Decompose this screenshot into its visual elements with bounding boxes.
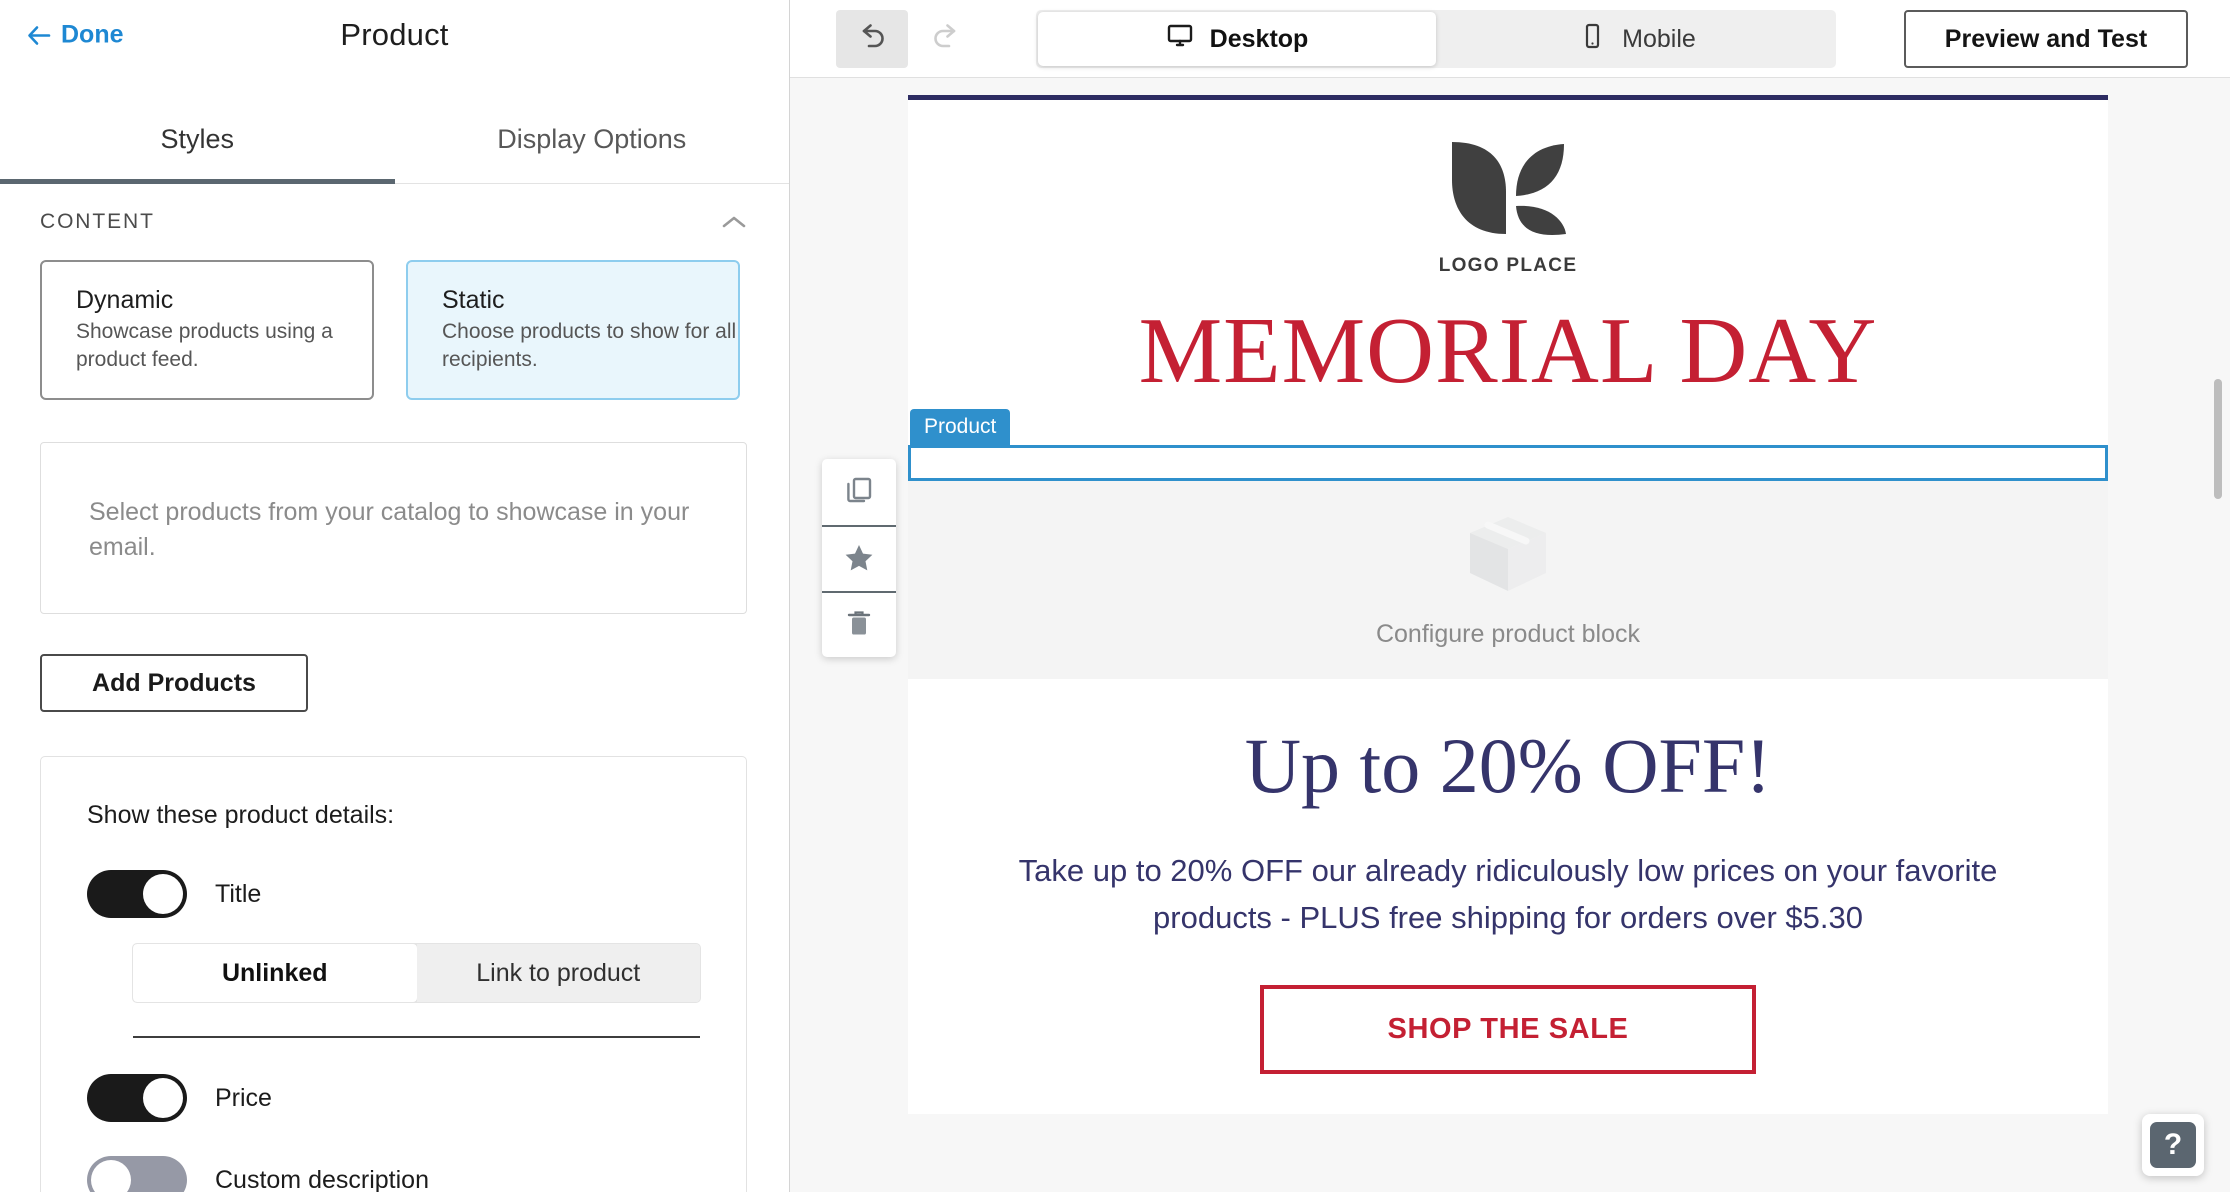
mode-card-dynamic-description: Showcase products using a product feed. bbox=[76, 320, 333, 371]
duplicate-block-button[interactable] bbox=[822, 459, 896, 525]
detail-row-title: Title bbox=[41, 870, 746, 918]
details-divider bbox=[133, 1036, 700, 1038]
tab-styles-label: Styles bbox=[160, 124, 235, 154]
redo-button[interactable] bbox=[910, 10, 982, 68]
device-option-mobile-label: Mobile bbox=[1622, 24, 1696, 53]
offer-headline[interactable]: Up to 20% OFF! bbox=[908, 679, 2108, 817]
trash-icon bbox=[843, 607, 875, 644]
email-canvas: LOGO PLACE MEMORIAL DAY Product Configur… bbox=[790, 79, 2230, 1192]
favorite-block-button[interactable] bbox=[822, 525, 896, 591]
done-button[interactable]: Done bbox=[26, 21, 124, 50]
toggle-custom-description[interactable] bbox=[87, 1156, 187, 1192]
segment-unlinked-label: Unlinked bbox=[221, 958, 328, 987]
preview-and-test-button[interactable]: Preview and Test bbox=[1904, 10, 2188, 68]
detail-row-custom-description: Custom description bbox=[41, 1156, 746, 1192]
email-headline[interactable]: MEMORIAL DAY bbox=[908, 287, 2108, 423]
segment-link-to-product[interactable]: Link to product bbox=[416, 944, 700, 1002]
leaf-logo-icon bbox=[908, 134, 2108, 249]
canvas-scrollbar-track[interactable] bbox=[2214, 79, 2226, 1192]
sidebar-tabs: Styles Display Options bbox=[0, 70, 789, 184]
device-option-desktop[interactable]: Desktop bbox=[1038, 12, 1436, 66]
logo-place-text: LOGO PLACE bbox=[1438, 255, 1578, 276]
toggle-title[interactable] bbox=[87, 870, 187, 918]
mode-card-dynamic[interactable]: Dynamic Showcase products using a produc… bbox=[40, 260, 374, 400]
toggle-title-label: Title bbox=[215, 879, 262, 908]
question-mark-icon: ? bbox=[2150, 1122, 2196, 1168]
mode-card-static-description: Choose products to show for all recipien… bbox=[442, 320, 737, 371]
tab-display-options-label: Display Options bbox=[497, 124, 687, 154]
add-products-button[interactable]: Add Products bbox=[40, 654, 308, 712]
product-block-tag: Product bbox=[910, 409, 1011, 446]
segment-link-to-product-label: Link to product bbox=[476, 958, 641, 987]
undo-icon bbox=[855, 19, 889, 58]
product-block-placeholder[interactable]: Configure product block bbox=[908, 481, 2108, 679]
block-actions-toolbar bbox=[822, 459, 896, 657]
toggle-price-label: Price bbox=[215, 1083, 272, 1112]
toggle-knob bbox=[143, 874, 183, 914]
mode-card-static[interactable]: Static Choose products to show for all r… bbox=[406, 260, 740, 400]
undo-button[interactable] bbox=[836, 9, 908, 68]
mode-card-static-title: Static bbox=[442, 286, 505, 314]
tab-display-options[interactable]: Display Options bbox=[395, 70, 790, 184]
catalog-placeholder-text: Select products from your catalog to sho… bbox=[89, 498, 690, 561]
product-details-card: Show these product details: Title Unlink… bbox=[40, 756, 747, 1192]
device-preview-switch: Desktop Mobile bbox=[1036, 10, 1836, 68]
toggle-price[interactable] bbox=[87, 1074, 187, 1122]
toggle-knob bbox=[91, 1160, 131, 1192]
product-details-heading: Show these product details: bbox=[87, 801, 395, 829]
product-placeholder-caption: Configure product block bbox=[1375, 620, 1641, 648]
email-editor-app: Done Product Styles Display Options CONT… bbox=[0, 0, 2230, 1192]
settings-sidebar: Done Product Styles Display Options CONT… bbox=[0, 0, 790, 1192]
toggle-custom-description-label: Custom description bbox=[215, 1165, 429, 1192]
detail-row-price: Price bbox=[41, 1074, 746, 1122]
box-icon bbox=[1462, 511, 1554, 604]
toggle-knob bbox=[143, 1078, 183, 1118]
email-logo: LOGO PLACE bbox=[908, 100, 2108, 287]
editor-toolbar: Desktop Mobile Preview and Test bbox=[790, 0, 2230, 78]
mode-card-dynamic-title: Dynamic bbox=[76, 286, 174, 314]
duplicate-icon bbox=[843, 474, 875, 511]
preview-panel: Desktop Mobile Preview and Test LOGO PLA… bbox=[790, 0, 2230, 1192]
device-option-desktop-label: Desktop bbox=[1209, 24, 1309, 53]
product-block[interactable]: Product Configure product block bbox=[822, 409, 2108, 679]
canvas-scrollbar-thumb[interactable] bbox=[2214, 379, 2222, 499]
tab-styles[interactable]: Styles bbox=[0, 70, 395, 184]
product-block-selection-outline[interactable] bbox=[908, 445, 2108, 481]
shop-the-sale-button[interactable]: SHOP THE SALE bbox=[1259, 985, 1757, 1075]
content-section-header[interactable]: CONTENT bbox=[0, 184, 789, 252]
offer-body-text[interactable]: Take up to 20% OFF our already ridiculou… bbox=[908, 817, 2108, 941]
desktop-icon bbox=[1166, 22, 1194, 57]
device-option-mobile[interactable]: Mobile bbox=[1438, 10, 1836, 68]
done-label: Done bbox=[61, 20, 124, 49]
help-button[interactable]: ? bbox=[2142, 1114, 2204, 1176]
redo-icon bbox=[929, 19, 963, 58]
email-body: LOGO PLACE MEMORIAL DAY Product Configur… bbox=[822, 95, 2108, 1115]
segment-unlinked[interactable]: Unlinked bbox=[133, 944, 417, 1002]
content-mode-cards: Dynamic Showcase products using a produc… bbox=[0, 252, 789, 400]
star-icon bbox=[843, 541, 875, 578]
chevron-up-icon[interactable] bbox=[721, 214, 747, 230]
cta-wrapper: SHOP THE SALE bbox=[908, 941, 2108, 1114]
title-link-segmented-control: Unlinked Link to product bbox=[133, 944, 700, 1002]
sidebar-header: Done Product bbox=[0, 0, 789, 70]
content-section-label: CONTENT bbox=[40, 210, 155, 233]
sidebar-scroll-body: CONTENT Dynamic Showcase products using … bbox=[0, 184, 789, 1192]
mobile-icon bbox=[1578, 22, 1606, 57]
delete-block-button[interactable] bbox=[822, 591, 896, 657]
history-buttons bbox=[836, 9, 982, 68]
catalog-dropzone[interactable]: Select products from your catalog to sho… bbox=[40, 442, 747, 614]
arrow-left-icon bbox=[26, 22, 52, 48]
